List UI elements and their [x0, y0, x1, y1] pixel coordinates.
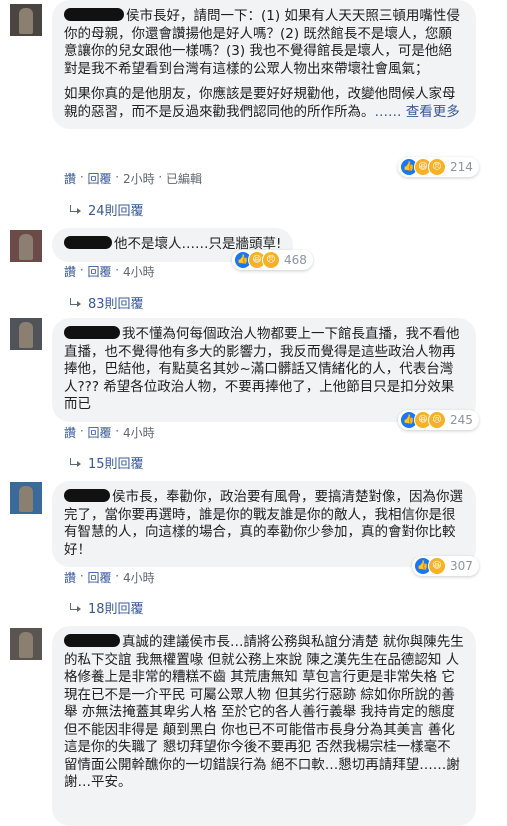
timestamp[interactable]: 2小時 [123, 170, 155, 187]
reaction-count: 214 [450, 160, 473, 174]
reaction-summary[interactable]: 👍 😆 😢 245 [398, 410, 479, 430]
redacted-commenter-name[interactable] [64, 489, 110, 502]
commenter-avatar[interactable] [10, 4, 42, 36]
comment-bubble: 我不懂為何每個政治人物都要上一下館長直播，我不看他直播，也不覺得他有多大的影響力… [52, 318, 476, 422]
comment-bubble: 侯市長好，請問一下：(1) 如果有人天天照三頓用嘴性侵你的母親，你還會讚揚他是好… [52, 0, 476, 129]
angry-reaction-icon: 😠 [428, 158, 446, 176]
redacted-commenter-name[interactable] [64, 326, 120, 339]
comment-actions: 讚 · 回覆 · 4小時 [64, 569, 155, 586]
comment-text: 真誠的建議侯市長…請將公務與私誼分清楚 就你與陳先生的私下交誼 我無權置喙 但就… [64, 634, 464, 790]
replies-count-label: 24則回覆 [88, 204, 144, 219]
reaction-summary[interactable]: 👍 😆 😠 214 [398, 157, 479, 177]
reaction-summary[interactable]: 👍 😆 307 [412, 556, 479, 576]
replies-count-label: 15則回覆 [88, 457, 144, 472]
sad-reaction-icon: 😢 [428, 411, 446, 429]
view-replies-link[interactable]: 15則回覆 [70, 453, 144, 472]
reply-button[interactable]: 回覆 [87, 424, 111, 441]
like-button[interactable]: 讚 [64, 263, 76, 280]
reaction-summary[interactable]: 👍 😆 😠 468 [232, 250, 313, 270]
comment-text: 我不懂為何每個政治人物都要上一下館長直播，我不看他直播，也不覺得他有多大的影響力… [64, 326, 460, 412]
commenter-avatar[interactable] [10, 230, 42, 262]
view-replies-link[interactable]: 24則回覆 [70, 200, 144, 219]
commenter-avatar[interactable] [10, 318, 42, 350]
comment-actions: 讚 · 回覆 · 2小時 · 已編輯 [64, 170, 203, 187]
haha-reaction-icon: 😆 [428, 557, 446, 575]
timestamp[interactable]: 4小時 [123, 263, 155, 280]
redacted-commenter-name[interactable] [64, 634, 120, 647]
comment-actions: 讚 · 回覆 · 4小時 [64, 424, 155, 441]
like-button[interactable]: 讚 [64, 170, 76, 187]
comment-actions: 讚 · 回覆 · 4小時 [64, 263, 155, 280]
reply-arrow-icon [70, 602, 82, 613]
like-button[interactable]: 讚 [64, 424, 76, 441]
reaction-count: 307 [450, 559, 473, 573]
see-more-link[interactable]: …… 查看更多 [375, 104, 460, 120]
edited-label[interactable]: 已編輯 [166, 170, 202, 187]
replies-count-label: 83則回覆 [88, 297, 144, 312]
reply-arrow-icon [70, 457, 82, 468]
reply-arrow-icon [70, 204, 82, 215]
reaction-count: 468 [284, 253, 307, 267]
redacted-commenter-name[interactable] [64, 236, 112, 249]
reply-arrow-icon [70, 297, 82, 308]
comment-text: 侯市長，奉勸你，政治要有風骨，要搞清楚對像，因為你選完了，當你要再選時，誰是你的… [64, 489, 463, 558]
reply-button[interactable]: 回覆 [87, 170, 111, 187]
view-replies-link[interactable]: 83則回覆 [70, 293, 144, 312]
comment-bubble: 真誠的建議侯市長…請將公務與私誼分清楚 就你與陳先生的私下交誼 我無權置喙 但就… [52, 626, 476, 826]
timestamp[interactable]: 4小時 [123, 569, 155, 586]
view-replies-link[interactable]: 18則回覆 [70, 598, 144, 617]
redacted-commenter-name[interactable] [64, 8, 124, 21]
angry-reaction-icon: 😠 [262, 251, 280, 269]
commenter-avatar[interactable] [10, 628, 42, 660]
timestamp[interactable]: 4小時 [123, 424, 155, 441]
commenter-avatar[interactable] [10, 482, 42, 514]
comment-text: 侯市長好，請問一下：(1) 如果有人天天照三頓用嘴性侵你的母親，你還會讚揚他是好… [64, 8, 460, 77]
like-button[interactable]: 讚 [64, 569, 76, 586]
comment-bubble: 侯市長，奉勸你，政治要有風骨，要搞清楚對像，因為你選完了，當你要再選時，誰是你的… [52, 481, 476, 567]
replies-count-label: 18則回覆 [88, 602, 144, 617]
reply-button[interactable]: 回覆 [87, 569, 111, 586]
reaction-count: 245 [450, 413, 473, 427]
reply-button[interactable]: 回覆 [87, 263, 111, 280]
